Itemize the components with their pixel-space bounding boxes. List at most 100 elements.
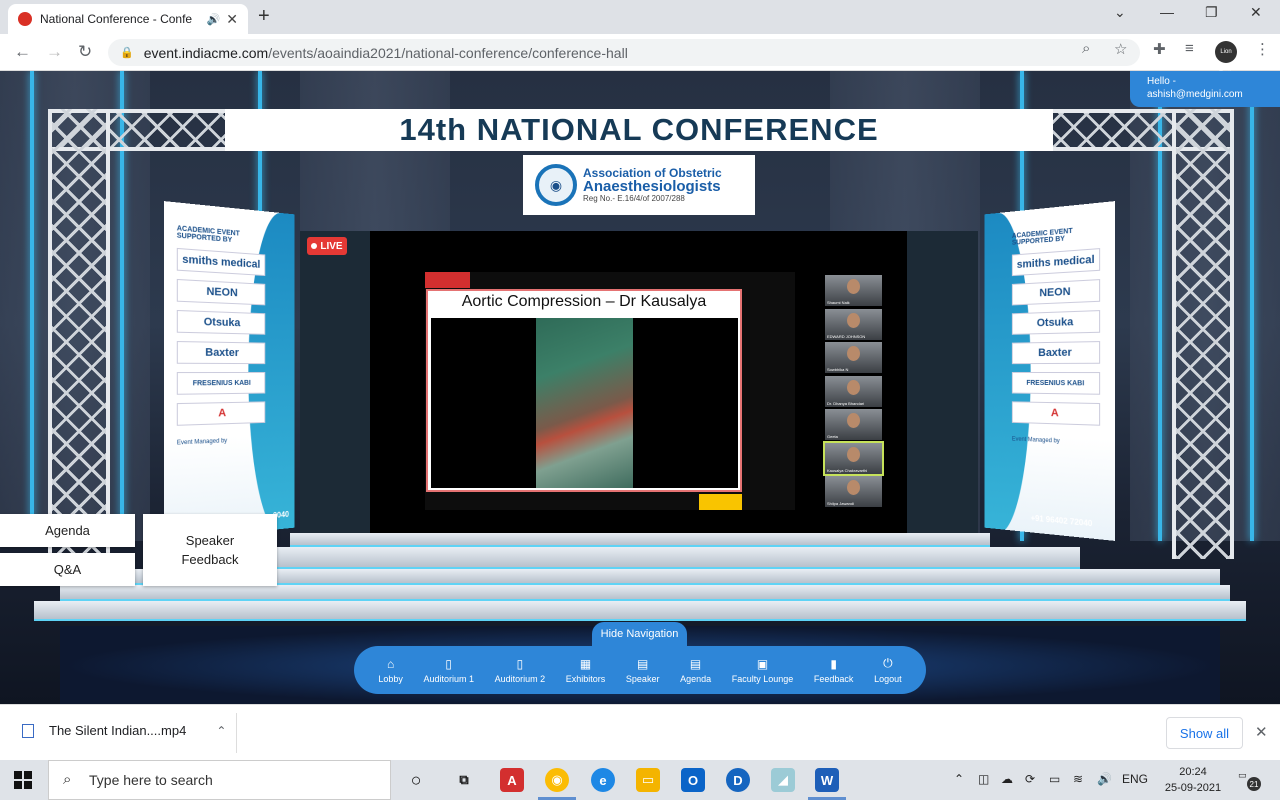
language-indicator[interactable]: ENG [1122,772,1148,786]
divider [236,713,237,753]
edge-icon[interactable]: e [591,768,615,792]
agenda-button[interactable]: Agenda [0,514,135,547]
extensions-puzzle-icon[interactable]: ✚ [1153,40,1166,58]
participant-tile[interactable]: EDWARD JOHNSON [825,309,882,340]
org-logo-line3: Reg No.- E.16/4/of 2007/288 [583,195,722,203]
cortana-icon[interactable]: ○ [404,768,428,792]
nav-label: Agenda [680,674,711,684]
conference-hall-page: 14th NATIONAL CONFERENCE ◉ Association o… [0,71,1280,704]
file-icon [22,724,34,738]
onedrive-icon[interactable]: ☁ [1001,772,1013,786]
file-explorer-icon[interactable]: ▭ [636,768,660,792]
stage-truss-right [1172,109,1234,559]
browser-tab[interactable]: National Conference - Confe 🔊 ✕ [8,4,248,34]
media-control-icon[interactable]: ≡ [1185,40,1194,57]
nav-label: Lobby [378,674,403,684]
battery-icon[interactable]: ▭ [1049,772,1060,786]
menu-kebab-icon[interactable]: ⋮ [1255,40,1270,58]
nav-exhibitors[interactable]: ▦ Exhibitors [566,657,606,684]
update-icon[interactable]: ⟳ [1025,772,1035,786]
hide-navigation-button[interactable]: Hide Navigation [592,622,687,646]
qa-button[interactable]: Q&A [0,553,135,586]
forward-arrow-icon[interactable]: → [46,42,63,62]
outlook-icon[interactable]: O [681,768,705,792]
task-view-icon[interactable]: ⧉ [452,768,476,792]
stage-step [200,547,1080,569]
search-icon: ⌕ [63,771,71,788]
snip-tool-icon[interactable]: ◢ [771,768,795,792]
windows-start-icon[interactable] [14,771,32,789]
profile-avatar[interactable]: Lion Truth [1215,41,1237,63]
nav-label: Auditorium 1 [423,674,474,684]
word-icon[interactable]: W [815,768,839,792]
org-logo-line2: Anaesthesiologists [583,179,722,195]
stage-truss-left [48,109,110,559]
windows-taskbar: ⌕ Type here to search ○ ⧉ A ◉ e ▭ O D ◢ … [0,760,1280,800]
taskbar-search-input[interactable]: ⌕ Type here to search [48,760,391,800]
acrobat-icon[interactable]: A [500,768,524,792]
nav-auditorium-2[interactable]: ▯ Auditorium 2 [495,657,546,684]
meet-now-icon[interactable]: ◫ [978,772,989,786]
wifi-icon[interactable]: ≋ [1073,772,1083,786]
system-clock[interactable]: 20:24 25-09-2021 [1163,765,1223,797]
nav-agenda[interactable]: ▤ Agenda [680,657,711,684]
new-tab-button[interactable]: + [258,5,270,28]
download-shelf: The Silent Indian....mp4 ⌃ Show all ✕ [0,704,1280,760]
participant-tile[interactable]: Dr. Dhanya Bhandari [825,376,882,407]
show-all-button[interactable]: Show all [1166,717,1243,749]
url-host: event.indiacme.com [144,45,269,61]
nav-faculty-lounge[interactable]: ▣ Faculty Lounge [732,657,794,684]
live-badge: LIVE [307,237,347,255]
download-item[interactable]: The Silent Indian....mp4 ⌃ [22,723,226,738]
close-window-icon[interactable]: ✕ [1250,4,1262,21]
speaker-audio-icon[interactable]: 🔊 [207,13,221,26]
live-dot-icon [311,243,317,249]
org-logo-board: ◉ Association of Obstetric Anaesthesiolo… [523,155,755,215]
sponsor-logo: Otsuka [177,310,265,335]
notification-count: 21 [1247,777,1261,791]
speaker-feedback-button[interactable]: Speaker Feedback [143,514,277,586]
close-tab-icon[interactable]: ✕ [226,11,238,28]
bookmark-star-icon[interactable]: ☆ [1114,40,1127,58]
participant-tile[interactable]: Shaumi Naik [825,275,882,306]
chrome-icon[interactable]: ◉ [545,768,569,792]
left-sponsor-banner: ACADEMIC EVENT SUPPORTED BY smiths medic… [164,201,294,541]
chevron-up-icon[interactable]: ⌃ [216,724,226,738]
volume-icon[interactable]: 🔊 [1097,772,1112,786]
participant-name: Dr. Dhanya Bhandari [827,401,864,406]
grid-icon: ▦ [580,657,591,671]
sponsor-logo: Baxter [1012,341,1100,364]
stage-step [290,533,990,547]
participant-tile[interactable]: Shilpa Jawandi [825,476,882,507]
user-greeting[interactable]: Hello - ashish@medgini.com [1130,71,1280,107]
dell-icon[interactable]: D [726,768,750,792]
clock-time: 20:24 [1163,765,1223,781]
nav-logout[interactable]: ⏻ Logout [874,656,902,684]
door-icon: ▯ [517,657,524,671]
participant-name: Sowbhika N [827,367,848,372]
close-shelf-icon[interactable]: ✕ [1255,723,1268,741]
back-arrow-icon[interactable]: ← [14,42,31,62]
address-toolbar: ← → ↻ 🔒 event.indiacme.com/events/aoaind… [0,34,1280,71]
participant-name: Kausalya Chakravarthi [827,468,867,473]
minimize-icon[interactable]: — [1160,4,1174,20]
participant-tile-active[interactable]: Kausalya Chakravarthi [825,443,882,474]
slide-video-image [431,318,738,488]
chevron-up-icon[interactable]: ⌃ [954,772,964,786]
tab-search-icon[interactable]: ⌄ [1114,4,1126,21]
nav-speaker[interactable]: ▤ Speaker [626,657,660,684]
nav-feedback[interactable]: ▮ Feedback [814,657,854,684]
nav-label: Auditorium 2 [495,674,546,684]
notification-center[interactable]: ▭ 21 [1238,770,1260,790]
nav-label: Logout [874,674,902,684]
nav-lobby[interactable]: ⌂ Lobby [378,657,403,684]
participant-tile[interactable]: Geeta [825,409,882,440]
reload-icon[interactable]: ↻ [78,42,92,62]
nav-auditorium-1[interactable]: ▯ Auditorium 1 [423,657,474,684]
sponsor-logo: smiths medical [177,248,265,276]
participant-tile[interactable]: Sowbhika N [825,342,882,373]
zoom-search-icon[interactable]: ⌕ [1082,40,1090,57]
restore-icon[interactable]: ❐ [1205,4,1218,21]
lock-icon[interactable]: 🔒 [120,46,134,59]
url-bar[interactable]: 🔒 event.indiacme.com/events/aoaindia2021… [108,39,1140,66]
